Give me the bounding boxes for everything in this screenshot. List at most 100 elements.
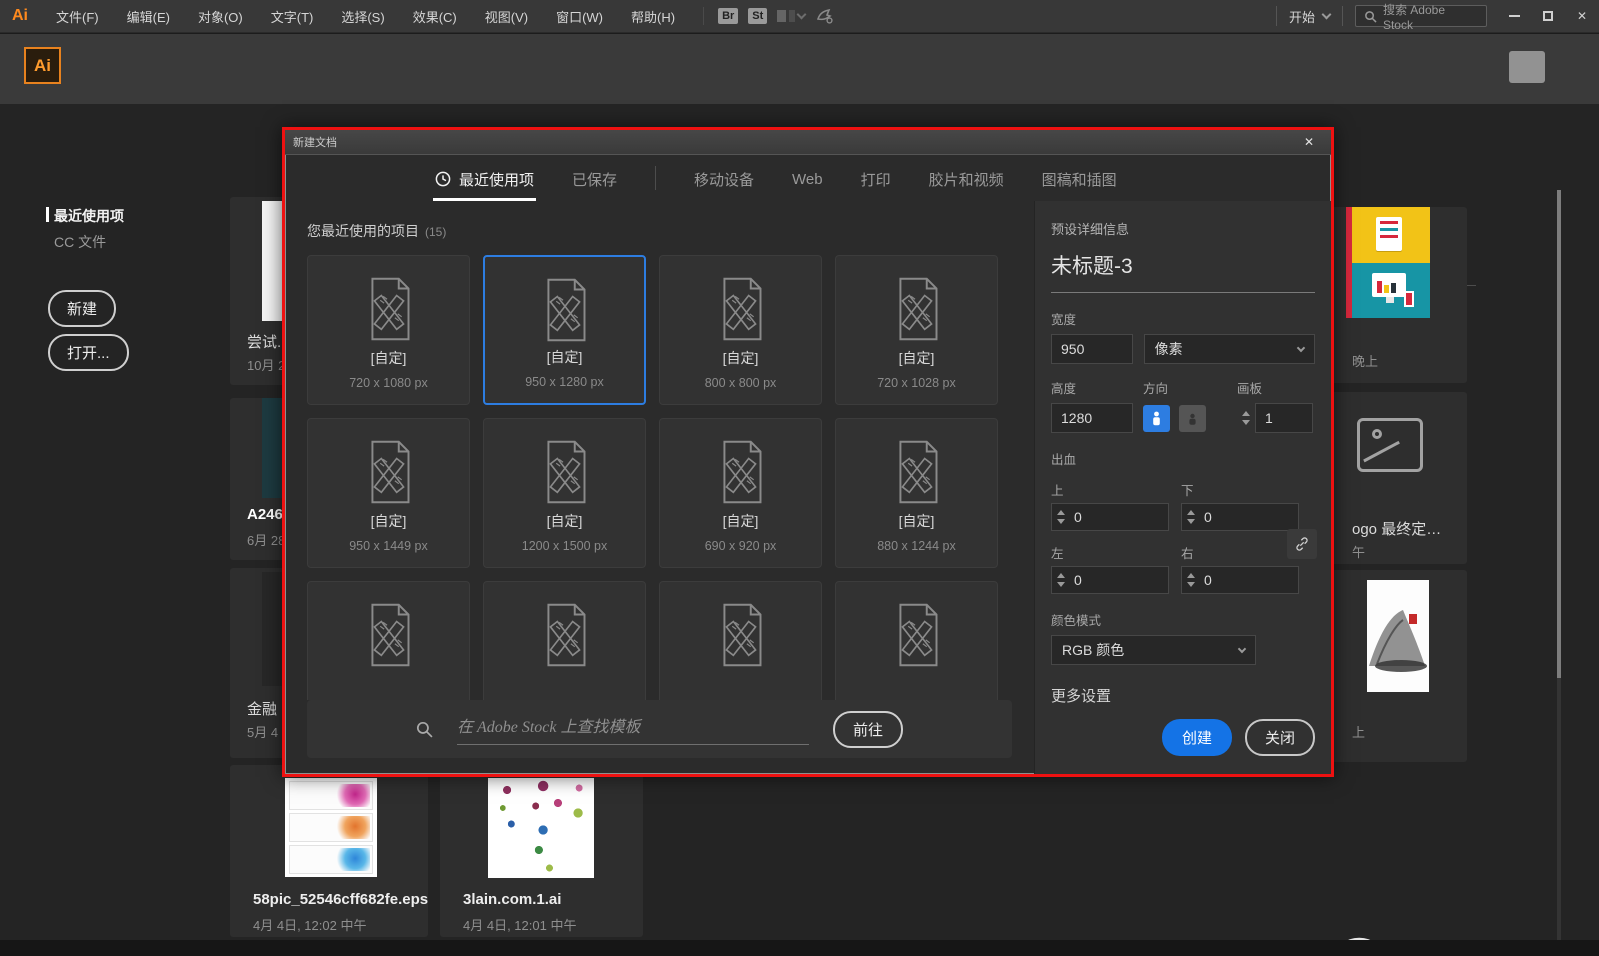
sidebar-item-recent[interactable]: 最近使用项 [46,206,124,226]
menubar: Ai 文件(F) 编辑(E) 对象(O) 文字(T) 选择(S) 效果(C) 视图(V) 窗口… [0,0,1599,33]
open-file-button[interactable]: 打开... [48,334,129,371]
close-window-button[interactable]: ✕ [1565,0,1599,32]
arrange-documents-icon[interactable] [777,9,807,22]
section-count: (15) [425,225,447,239]
bleed-left-input[interactable]: 0 [1051,566,1169,594]
tab-label: Web [792,170,823,188]
template-card[interactable]: [自定] 950 x 1449 px [307,418,470,568]
bleed-top-input[interactable]: 0 [1051,503,1169,531]
template-card[interactable]: [自定] 950 x 1280 px [483,255,646,405]
tab-label: 打印 [860,171,891,189]
document-template-icon [898,440,937,504]
stepper-icon[interactable] [1052,573,1070,587]
template-name: [自定] [546,349,583,365]
menu-item[interactable]: 编辑(E) [113,7,184,26]
tab-label: 图稿和插图 [1041,171,1117,189]
gpu-performance-icon[interactable] [815,7,833,25]
chevron-down-icon [1296,343,1306,352]
file-name: 金融 [247,701,278,718]
bleed-right-value: 0 [1204,572,1212,588]
dialog-tab[interactable]: 最近使用项 [432,155,537,201]
maximize-button[interactable] [1531,0,1565,32]
stock-icon[interactable]: St [748,8,768,24]
preset-details-panel: 预设详细信息 未标题-3 宽度 950 像素 高度 方向 画板 1280 1 出… [1034,201,1331,774]
unit-value: 像素 [1154,341,1183,357]
unit-select[interactable]: 像素 [1143,334,1315,364]
template-card[interactable]: [自定] 800 x 800 px [659,255,822,405]
sidebar-item-cc-files[interactable]: CC 文件 [54,232,106,252]
template-card[interactable]: [自定] 720 x 1028 px [835,255,998,405]
menu-item[interactable]: 选择(S) [327,7,398,26]
stepper-icon[interactable] [1182,510,1200,524]
menu-item[interactable]: 效果(C) [399,7,471,26]
close-button[interactable]: 关闭 [1244,719,1315,756]
go-button[interactable]: 前往 [832,710,903,748]
menu-item[interactable]: 视图(V) [471,7,542,26]
stock-search-input[interactable]: 搜索 Adobe Stock [1355,3,1487,32]
template-card[interactable] [307,581,470,700]
file-date: 10月 2 [247,358,286,373]
menu-item[interactable]: 帮助(H) [617,7,689,26]
bleed-right-input[interactable]: 0 [1181,566,1299,594]
bleed-bottom-value: 0 [1204,509,1212,525]
bleed-left-label: 左 [1051,547,1064,561]
stock-template-search-input[interactable]: 在 Adobe Stock 上查找模板 [456,713,809,745]
menu-item[interactable]: 文件(F) [42,7,113,26]
artboard-stepper[interactable] [1237,411,1255,425]
dialog-tab[interactable]: 图稿和插图 [1042,155,1117,201]
recent-file-card[interactable]: 58pic_52546cff682fe.eps 4月 4日, 12:02 中午 [230,765,428,937]
file-thumbnail [1367,580,1429,692]
dialog-tab[interactable]: 已保存 [572,155,617,201]
template-name: [自定] [898,350,935,366]
document-template-icon [722,277,761,341]
start-workspace-switcher[interactable]: 开始 [1289,7,1332,26]
artboard-count-input[interactable]: 1 [1255,403,1313,433]
template-name: [自定] [546,513,583,529]
template-card[interactable] [835,581,998,700]
more-settings-link[interactable]: 更多设置 [1051,685,1315,706]
template-card[interactable]: [自定] 1200 x 1500 px [483,418,646,568]
scrollbar[interactable] [1557,190,1561,956]
dialog-tab[interactable]: 移动设备 [694,155,754,201]
document-name-input[interactable]: 未标题-3 [1051,250,1315,293]
orientation-portrait-button[interactable] [1143,404,1170,432]
stepper-icon[interactable] [1182,573,1200,587]
stepper-icon[interactable] [1052,510,1070,524]
bridge-icon[interactable]: Br [718,8,739,24]
template-card[interactable]: [自定] 720 x 1080 px [307,255,470,405]
dialog-title: 新建文档 [293,137,337,149]
dialog-close-button[interactable]: ✕ [1295,135,1323,149]
app-header: Ai [0,34,1599,104]
template-card[interactable]: [自定] 880 x 1244 px [835,418,998,568]
template-card[interactable] [659,581,822,700]
template-card[interactable]: [自定] 690 x 920 px [659,418,822,568]
scrollbar-thumb[interactable] [1557,190,1561,678]
minimize-button[interactable] [1497,0,1531,32]
dialog-tab[interactable]: 胶片和视频 [929,155,1004,201]
template-card[interactable] [483,581,646,700]
template-size: 720 x 1028 px [877,376,956,390]
bleed-top-value: 0 [1074,509,1082,525]
menu-item[interactable]: 对象(O) [184,7,257,26]
header-right-button[interactable] [1509,51,1545,83]
menu-item[interactable]: 文字(T) [257,7,328,26]
create-button[interactable]: 创建 [1161,719,1232,756]
orientation-landscape-button[interactable] [1179,404,1206,432]
new-file-button[interactable]: 新建 [48,290,117,327]
image-placeholder-icon [1357,418,1423,480]
artboard-label: 画板 [1237,382,1263,396]
color-mode-select[interactable]: RGB 颜色 [1051,635,1256,665]
stock-template-search-bar: 在 Adobe Stock 上查找模板 前往 [307,700,1012,758]
dialog-tab[interactable]: 打印 [861,155,891,201]
bleed-link-button[interactable] [1287,529,1317,559]
dialog-tab[interactable]: Web [792,155,823,201]
width-input[interactable]: 950 [1051,334,1133,364]
document-template-icon [722,603,761,667]
recent-templates-grid: [自定] 720 x 1080 px [自定] 950 x 1280 px [自 [307,255,1012,700]
dialog-titlebar[interactable]: 新建文档 ✕ [285,130,1331,155]
height-input[interactable]: 1280 [1051,403,1133,433]
recent-file-card[interactable]: 3lain.com.1.ai 4月 4日, 12:01 中午 [440,765,643,937]
menu-item[interactable]: 窗口(W) [542,7,617,26]
menubar-icons: Br St [703,7,833,25]
bleed-bottom-input[interactable]: 0 [1181,503,1299,531]
